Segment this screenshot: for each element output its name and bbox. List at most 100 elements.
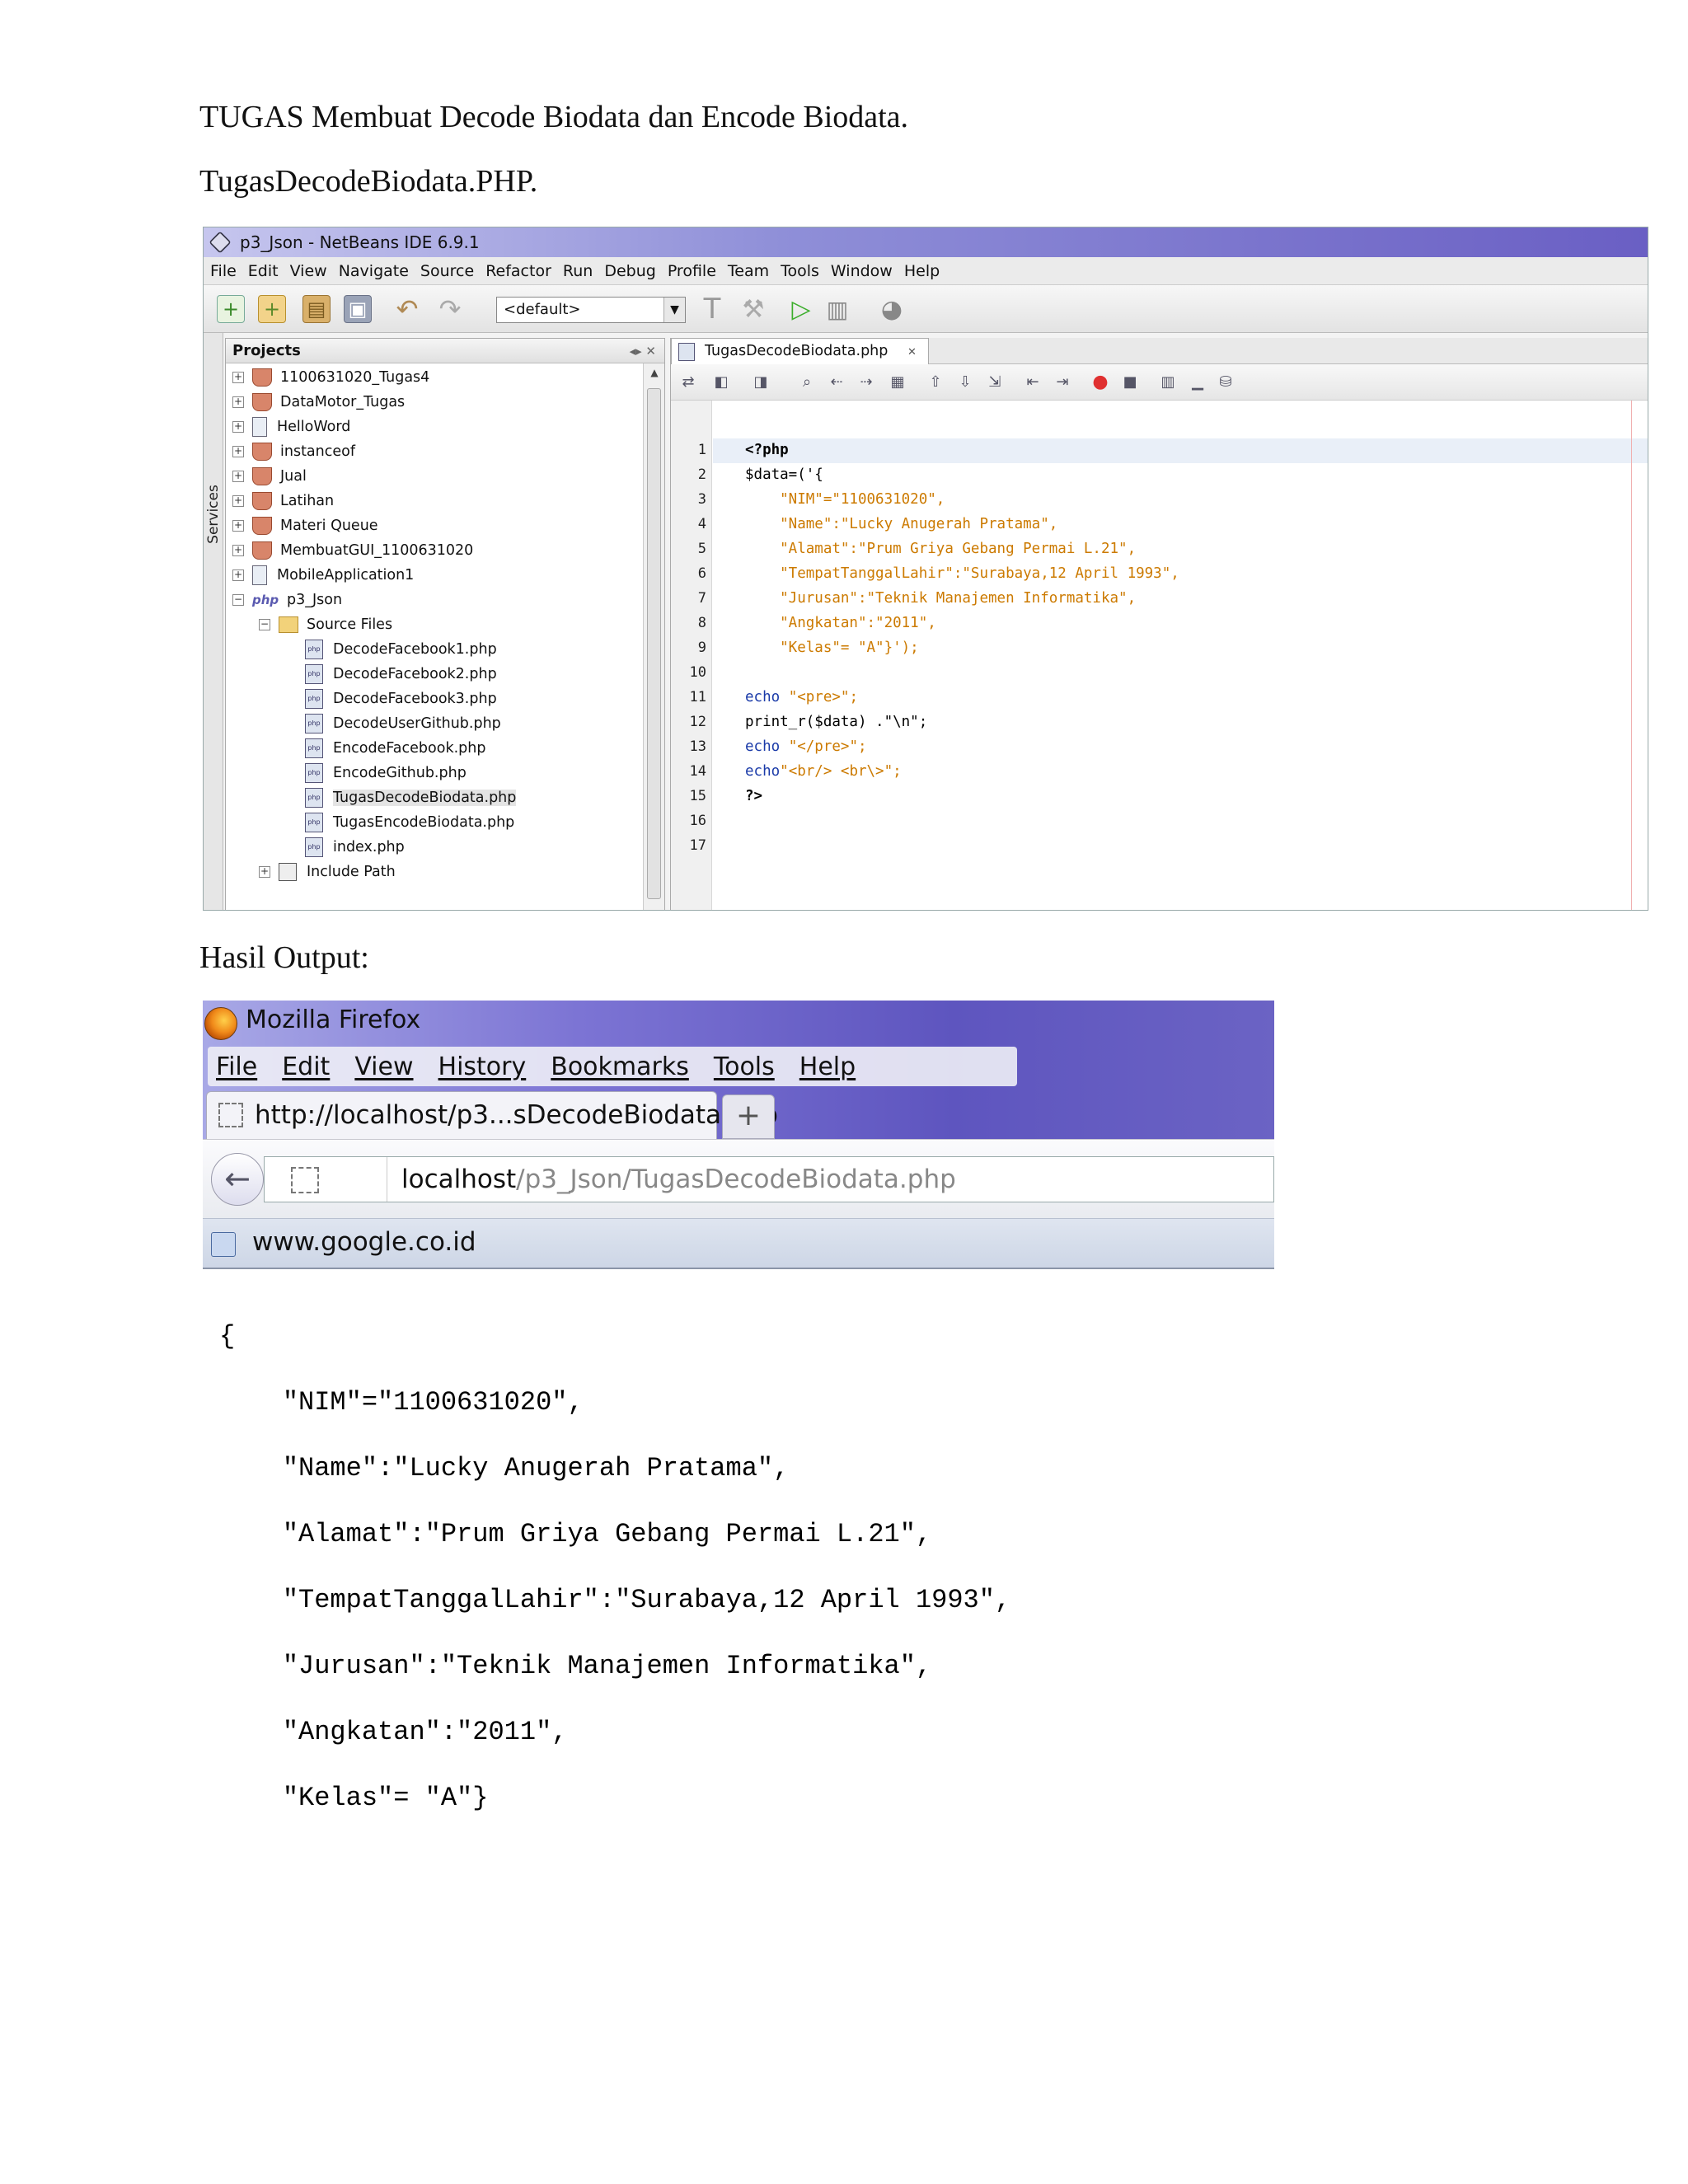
debug-icon[interactable]: ▥ — [823, 295, 851, 323]
menu-tools[interactable]: Tools — [714, 1052, 775, 1081]
close-icon[interactable]: ✕ — [907, 346, 917, 359]
menu-debug[interactable]: Debug — [604, 262, 655, 280]
stop-macro-icon[interactable]: ■ — [1119, 372, 1141, 393]
profile-icon[interactable]: ◕ — [878, 295, 906, 324]
find-previous-icon[interactable]: ⇠ — [826, 372, 847, 393]
source-history-icon[interactable]: ⇄ — [678, 372, 699, 393]
tree-node-source-files[interactable]: − Source Files — [259, 612, 392, 637]
tree-node-project[interactable]: + instanceof — [232, 439, 355, 464]
toggle-bookmark-icon[interactable]: ⇲ — [984, 372, 1006, 393]
new-tab-button[interactable]: + — [722, 1094, 775, 1139]
next-bookmark-icon[interactable]: ⇩ — [954, 372, 976, 393]
editor-body[interactable]: 1 2 3 4 5 6 7 8 9 10 11 12 13 14 15 16 1… — [671, 401, 1648, 910]
shift-right-icon[interactable]: ⇥ — [1052, 372, 1073, 393]
output-line: "Alamat":"Prum Griya Gebang Permai L.21"… — [219, 1519, 932, 1549]
shift-left-icon[interactable]: ⇤ — [1022, 372, 1043, 393]
panel-close-icon[interactable]: ◂▸ ✕ — [630, 339, 656, 363]
expand-icon[interactable]: + — [232, 396, 244, 408]
menu-file[interactable]: File — [210, 262, 237, 280]
tree-node-project[interactable]: + Materi Queue — [232, 513, 378, 538]
save-all-icon[interactable]: ▣ — [344, 295, 372, 323]
menu-source[interactable]: Source — [420, 262, 474, 280]
uncomment-icon[interactable]: ▁ — [1187, 372, 1208, 393]
menu-edit[interactable]: Edit — [282, 1052, 330, 1081]
menu-refactor[interactable]: Refactor — [485, 262, 551, 280]
tree-node-file[interactable]: php DecodeFacebook2.php — [305, 662, 497, 687]
url-bar[interactable]: localhost/p3_Json/TugasDecodeBiodata.php — [264, 1156, 1274, 1202]
open-project-icon[interactable]: ▤ — [302, 295, 331, 323]
menu-team[interactable]: Team — [728, 262, 769, 280]
clean-build-icon[interactable]: ⚒ — [739, 295, 767, 324]
services-side-tab[interactable]: Services — [204, 333, 223, 910]
back-button[interactable]: ← — [211, 1153, 264, 1206]
menu-history[interactable]: History — [438, 1052, 527, 1081]
scrollbar-thumb[interactable] — [647, 388, 661, 899]
tree-node-file[interactable]: php EncodeFacebook.php — [305, 736, 485, 761]
forward-icon[interactable]: ◨ — [750, 372, 771, 393]
expand-icon[interactable]: + — [232, 446, 244, 457]
database-icon[interactable]: ⛁ — [1215, 372, 1236, 393]
tree-node-file[interactable]: php DecodeFacebook1.php — [305, 637, 497, 662]
menu-bookmarks[interactable]: Bookmarks — [551, 1052, 689, 1081]
browser-tab[interactable]: http://localhost/p3...sDecodeBiodata.php — [206, 1091, 778, 1139]
new-file-icon[interactable]: + — [217, 295, 245, 323]
comment-icon[interactable]: ▥ — [1157, 372, 1179, 393]
projects-panel-title: Projects — [232, 342, 301, 359]
build-icon[interactable]: T — [698, 293, 726, 326]
tree-node-project[interactable]: + Jual — [232, 464, 307, 489]
menu-help[interactable]: Help — [799, 1052, 856, 1081]
site-identity-icon[interactable] — [291, 1167, 319, 1193]
menu-view[interactable]: View — [290, 262, 327, 280]
back-icon[interactable]: ◧ — [710, 372, 732, 393]
find-next-icon[interactable]: ⇢ — [856, 372, 877, 393]
tree-node-project[interactable]: +1100631020_Tugas4 — [232, 365, 429, 390]
editor-tab[interactable]: TugasDecodeBiodata.php ✕ — [671, 338, 929, 364]
tree-node-file[interactable]: php DecodeFacebook3.php — [305, 687, 497, 711]
tree-node-file[interactable]: php TugasEncodeBiodata.php — [305, 810, 514, 835]
find-icon[interactable]: ⌕ — [796, 372, 818, 393]
menu-edit[interactable]: Edit — [248, 262, 279, 280]
run-icon[interactable]: ▷ — [787, 295, 815, 324]
menu-view[interactable]: View — [354, 1052, 413, 1081]
menu-run[interactable]: Run — [563, 262, 593, 280]
tree-node-file-selected[interactable]: php TugasDecodeBiodata.php — [305, 785, 517, 810]
collapse-icon[interactable]: − — [232, 594, 244, 606]
expand-icon[interactable]: + — [232, 471, 244, 482]
redo-icon[interactable]: ↷ — [436, 293, 464, 325]
expand-icon[interactable]: + — [232, 569, 244, 581]
bookmark-link[interactable]: www.google.co.id — [252, 1227, 476, 1257]
code-keyword: echo — [745, 738, 781, 755]
configuration-select[interactable]: <default> ▼ — [496, 297, 686, 323]
menu-profile[interactable]: Profile — [668, 262, 716, 280]
tree-node-project[interactable]: + MembuatGUI_1100631020 — [232, 538, 473, 563]
previous-bookmark-icon[interactable]: ⇧ — [925, 372, 946, 393]
expand-icon[interactable]: + — [232, 421, 244, 433]
tree-node-file[interactable]: php EncodeGithub.php — [305, 761, 467, 785]
tree-node-file[interactable]: php index.php — [305, 835, 405, 860]
expand-icon[interactable]: + — [232, 372, 244, 383]
tree-node-file[interactable]: php DecodeUserGithub.php — [305, 711, 501, 736]
expand-icon[interactable]: + — [232, 520, 244, 532]
menu-navigate[interactable]: Navigate — [339, 262, 409, 280]
start-macro-icon[interactable]: ● — [1090, 372, 1111, 393]
expand-icon[interactable]: + — [259, 866, 270, 878]
tree-node-project[interactable]: + Latihan — [232, 489, 334, 513]
menu-window[interactable]: Window — [831, 262, 893, 280]
tree-node-project[interactable]: + HelloWord — [232, 415, 350, 439]
tree-node-include-path[interactable]: + Include Path — [259, 860, 396, 884]
tree-node-project[interactable]: + MobileApplication1 — [232, 563, 414, 588]
expand-icon[interactable]: + — [232, 545, 244, 556]
scroll-up-icon[interactable]: ▲ — [644, 367, 665, 378]
undo-icon[interactable]: ↶ — [393, 293, 421, 325]
tree-scrollbar[interactable]: ▲ — [643, 363, 665, 910]
library-icon — [279, 863, 297, 881]
collapse-icon[interactable]: − — [259, 619, 270, 630]
menu-tools[interactable]: Tools — [781, 262, 819, 280]
new-project-icon[interactable]: + — [258, 295, 286, 323]
toggle-highlight-icon[interactable]: ▦ — [887, 372, 908, 393]
expand-icon[interactable]: + — [232, 495, 244, 507]
tree-node-project[interactable]: − php p3_Json — [232, 588, 342, 612]
menu-help[interactable]: Help — [904, 262, 940, 280]
menu-file[interactable]: File — [216, 1052, 257, 1081]
tree-node-project[interactable]: + DataMotor_Tugas — [232, 390, 405, 415]
